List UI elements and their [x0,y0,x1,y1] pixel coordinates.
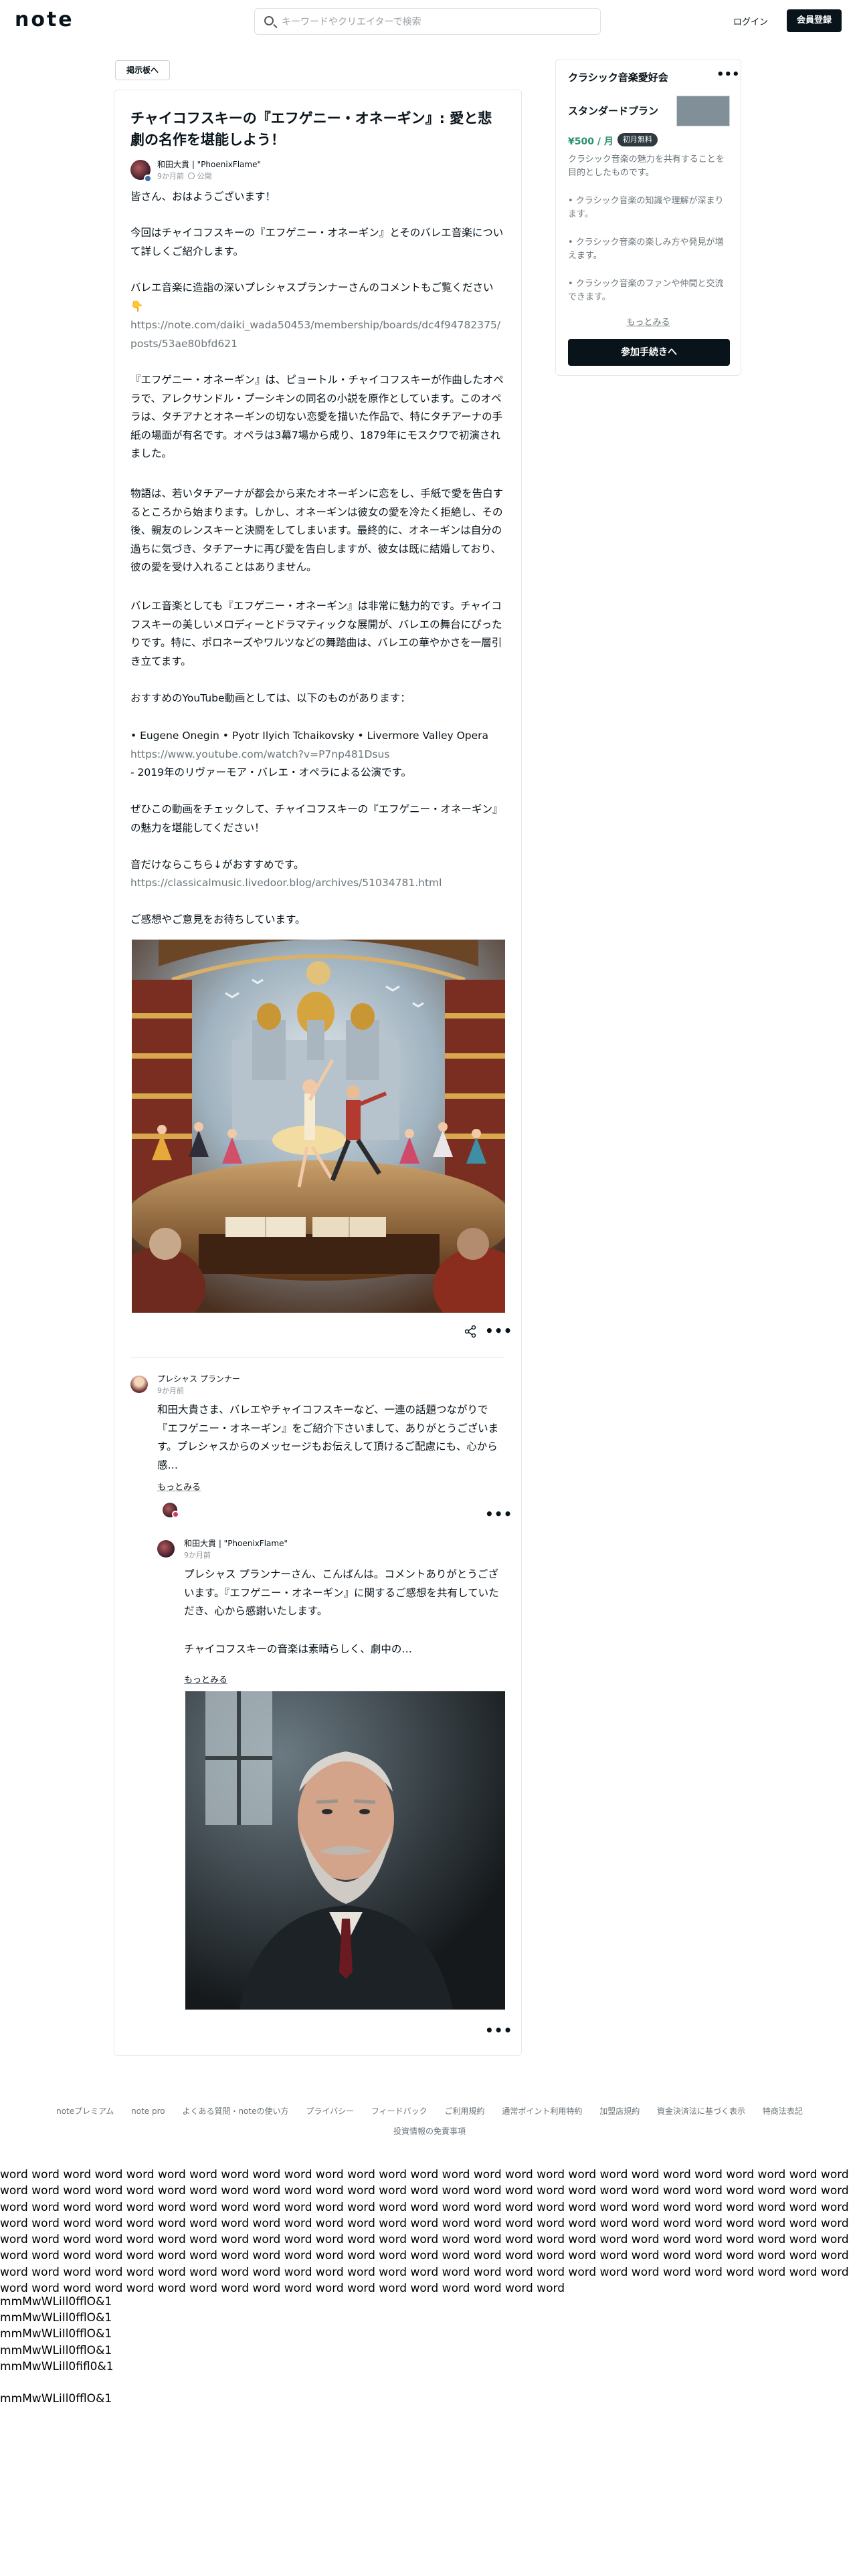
footer-link[interactable]: 特商法表記 [763,2107,803,2116]
footer-link[interactable]: よくある質問・noteの使い方 [182,2107,288,2116]
benefit-item: • クラシック音楽の楽しみ方や発見が増えます。 [568,237,724,261]
footer-link[interactable]: ご利用規約 [445,2107,485,2116]
commenter-avatar[interactable] [130,1376,148,1393]
paragraph: 『エフゲニー・オネーギン』は、ピョートル・チャイコフスキーが作曲したオペラで、ア… [130,374,504,459]
footer-link[interactable]: note pro [131,2107,165,2116]
divider [130,1357,505,1358]
reply-options-icon[interactable]: ••• [485,2024,512,2037]
site-footer: noteプレミアム note pro よくある質問・noteの使い方 プライバシ… [0,2101,859,2141]
filler-text: word word word word word word word word … [0,2168,849,2296]
more-options-icon[interactable]: ••• [485,1324,512,1337]
plan-description: クラシック音楽の魅力を共有することを目的としたものです。 [568,154,725,178]
paragraph: ぜひこの動画をチェックして、チャイコフスキーの『エフゲニー・オネーギン』の魅力を… [130,803,503,834]
filler-line: mmMwWLiIl0fflO&1 [0,2295,112,2309]
benefit-list: • クラシック音楽の知識や理解が深まります。 • クラシック音楽の楽しみ方や発見… [568,195,731,319]
login-link[interactable]: ログイン [733,15,768,27]
comment-options-icon[interactable]: ••• [485,1507,512,1521]
footer-link[interactable]: 通常ポイント利用特約 [502,2107,582,2116]
reply-text: プレシャス プランナーさん、こんばんは。コメントありがとうございます。『エフゲニ… [184,1568,499,1617]
author-avatar[interactable] [130,160,152,183]
paragraph: 今回はチャイコフスキーの『エフゲニー・オネーギン』とそのバレエ音楽について詳しく… [130,227,504,257]
visibility-label: 公開 [197,172,212,181]
tchaikovsky-portrait [185,1691,505,2010]
reply-more-link[interactable]: もっとみる [184,1673,227,1685]
note-logo[interactable]: note [15,8,74,31]
filler-lines: mmMwWLiIl0fflO&1 mmMwWLiIl0fflO&1 mmMwWL… [0,2294,114,2407]
filler-line: mmMwWLiIl0fflO&1 [0,2311,112,2325]
membership-options-icon[interactable]: ••• [717,68,740,82]
footer-link[interactable]: noteプレミアム [56,2107,114,2116]
comment-text: 和田大貴さま、バレエやチャイコフスキーなど、一連の話題つながりで『エフゲニー・オ… [157,1404,499,1471]
free-trial-badge: 初月無料 [617,133,658,146]
comment-time: 9か月前 [157,1386,184,1395]
board-post-link[interactable]: https://note.com/daiki_wada50453/members… [130,316,505,353]
membership-title[interactable]: クラシック音楽愛好会 [568,70,668,84]
ballet-illustration [132,940,505,1313]
filler-line: mmMwWLiIl0fifl0&1 [0,2359,114,2373]
badge-icon [144,175,152,183]
comment-more-link[interactable]: もっとみる [157,1480,201,1493]
post-meta: 9か月前 公開 [157,171,212,181]
reply-time: 9か月前 [184,1551,211,1560]
footer-link[interactable]: 投資情報の免責事項 [393,2127,466,2136]
back-to-board-button[interactable]: 掲示板へ [115,60,170,80]
paragraph: おすすめのYouTube動画としては、以下のものがあります： [130,692,411,704]
paragraph: 皆さん、おはようございます！ [130,191,276,203]
reply-text: チャイコフスキーの音楽は素晴らしく、劇中の… [184,1643,412,1655]
footer-link[interactable]: フィードバック [371,2107,427,2116]
membership-panel: クラシック音楽愛好会 ••• スタンダードプラン ¥500 / 月 初月無料 ク… [555,59,741,376]
post-time: 9か月前 [157,172,184,181]
footer-link[interactable]: 加盟店規約 [599,2107,640,2116]
paragraph: バレエ音楽としても『エフゲニー・オネーギン』は非常に魅力的です。チャイコフスキー… [130,600,502,667]
footer-link[interactable]: プライバシー [306,2107,354,2116]
post-card: チャイコフスキーの『エフゲニー・オネーギン』: 愛と悲劇の名作を堪能しよう！ 和… [114,90,522,2056]
search-icon [264,16,274,25]
filler-line: mmMwWLiIl0fflO&1 [0,2343,112,2357]
reply-avatar[interactable] [157,1540,175,1558]
paragraph: 物語は、若いタチアーナが都会から来たオネーギンに恋をし、手紙で愛を告白するところ… [130,488,504,573]
paragraph: ご感想やご意見をお待ちしています。 [130,914,306,926]
join-button[interactable]: 参加手続きへ [568,339,730,366]
search-box[interactable] [254,8,601,35]
globe-icon [188,173,195,179]
benefit-item: • クラシック音楽のファンや仲間と交流できます。 [568,279,724,302]
site-header: note ログイン 会員登録 [0,0,859,41]
heart-icon [172,1511,179,1518]
filler-line [0,2375,114,2391]
benefit-item: • クラシック音楽の知識や理解が深まります。 [568,196,724,219]
share-icon[interactable] [464,1325,477,1338]
commenter-name[interactable]: プレシャス プランナー [157,1373,240,1384]
plan-more-link[interactable]: もっとみる [556,315,741,328]
search-input[interactable] [282,14,589,30]
footer-link[interactable]: 資金決済法に基づく表示 [657,2107,745,2116]
paragraph: - 2019年のリヴァーモア・バレエ・オペラによる公演です。 [130,766,411,778]
filler-line: mmMwWLiIl0fflO&1 [0,2327,112,2341]
video-title: • Eugene Onegin • Pyotr Ilyich Tchaikovs… [130,730,489,742]
blog-link[interactable]: https://classicalmusic.livedoor.blog/arc… [130,874,505,893]
paragraph: 音だけならこちら↓がおすすめです。 [130,859,304,871]
author-row: 和田大貴 | "PhoenixFlame" 9か月前 公開 [130,157,505,184]
plan-price: ¥500 / 月 [568,136,613,147]
paragraph: バレエ音楽に造詣の深いプレシャスプランナーさんのコメントもご覧ください👇 [130,282,494,312]
plan-thumbnail [676,96,730,126]
youtube-link[interactable]: https://www.youtube.com/watch?v=P7np481D… [130,746,505,764]
signup-button[interactable]: 会員登録 [787,9,842,32]
reply-author-name[interactable]: 和田大貴 | "PhoenixFlame" [184,1537,288,1549]
post-title: チャイコフスキーの『エフゲニー・オネーギン』: 愛と悲劇の名作を堪能しよう！ [130,110,492,148]
author-name[interactable]: 和田大貴 | "PhoenixFlame" [157,158,261,170]
filler-line: mmMwWLiIl0fflO&1 [0,2392,112,2406]
plan-name: スタンダードプラン [568,105,659,117]
